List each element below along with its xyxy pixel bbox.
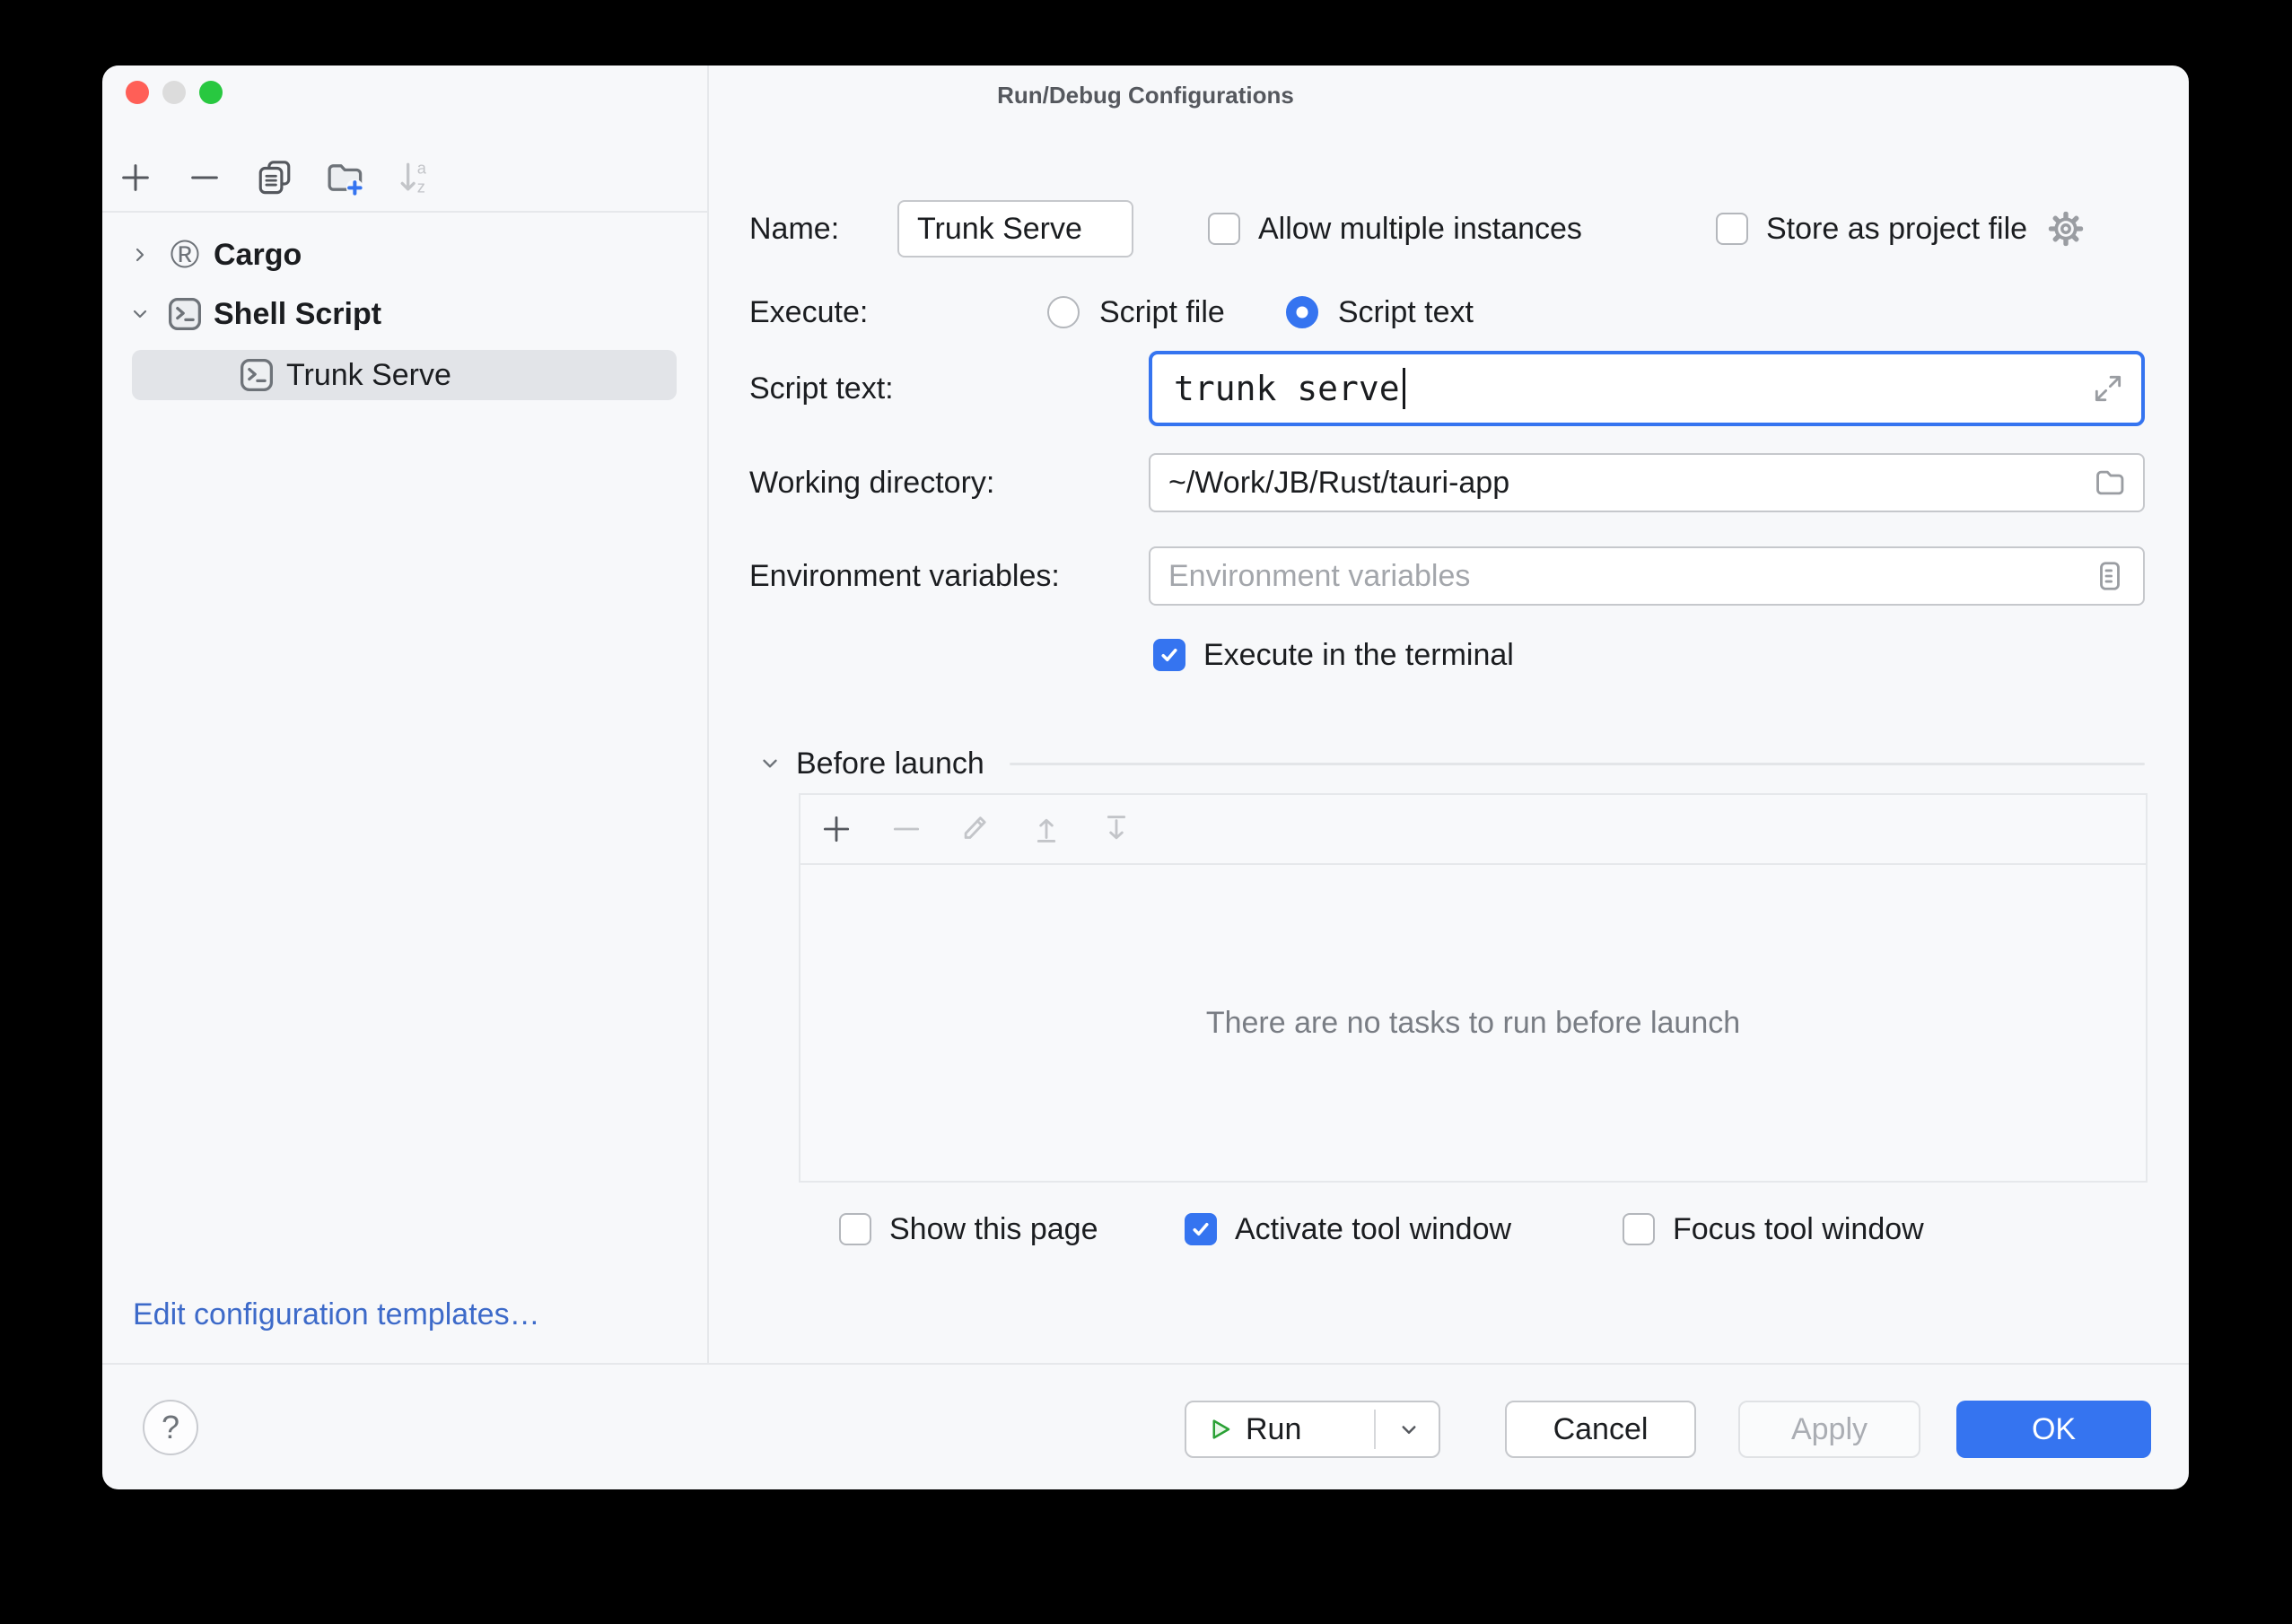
- text-cursor: [1403, 368, 1405, 409]
- svg-text:z: z: [417, 178, 425, 196]
- add-configuration-icon[interactable]: [115, 157, 156, 198]
- help-button[interactable]: ?: [143, 1400, 198, 1455]
- dialog-footer: ? Run Cancel Apply OK: [102, 1363, 2189, 1489]
- run-play-icon: [1206, 1416, 1233, 1443]
- expand-field-icon[interactable]: [2091, 371, 2125, 406]
- browse-folder-icon[interactable]: [2093, 466, 2127, 500]
- section-rule: [1010, 763, 2145, 765]
- shell-script-icon: [239, 357, 275, 393]
- execute-label: Execute:: [749, 284, 868, 341]
- remove-configuration-icon[interactable]: [184, 157, 225, 198]
- dialog-body: a z ® Cargo: [102, 65, 2189, 1363]
- activate-tool-window-label: Activate tool window: [1235, 1212, 1511, 1247]
- run-button-divider: [1374, 1410, 1376, 1449]
- show-this-page-option[interactable]: Show this page: [839, 1201, 1098, 1258]
- edit-task-icon: [957, 809, 996, 849]
- execute-in-terminal-checkbox[interactable]: [1153, 639, 1185, 671]
- show-this-page-checkbox[interactable]: [839, 1213, 871, 1245]
- configuration-form: Name: Trunk Serve Allow multiple instanc…: [709, 65, 2189, 1363]
- environment-variables-placeholder: Environment variables: [1168, 559, 1470, 594]
- show-this-page-label: Show this page: [889, 1212, 1098, 1247]
- name-label: Name:: [749, 200, 839, 258]
- allow-multiple-instances-option[interactable]: Allow multiple instances: [1208, 200, 1582, 258]
- focus-tool-window-checkbox[interactable]: [1623, 1213, 1655, 1245]
- focus-tool-window-label: Focus tool window: [1673, 1212, 1924, 1247]
- script-text-value: trunk serve: [1174, 369, 1400, 408]
- tree-item-label: Trunk Serve: [286, 358, 451, 393]
- script-text-label: Script text:: [749, 360, 894, 417]
- run-debug-configurations-dialog: Run/Debug Configurations: [102, 65, 2189, 1489]
- execute-in-terminal-option[interactable]: Execute in the terminal: [1153, 626, 1514, 684]
- environment-variables-label: Environment variables:: [749, 546, 1060, 606]
- store-as-project-file-checkbox[interactable]: [1716, 213, 1748, 245]
- name-input[interactable]: Trunk Serve: [897, 200, 1133, 258]
- environment-variables-input[interactable]: Environment variables: [1149, 546, 2145, 606]
- apply-button: Apply: [1738, 1401, 1920, 1458]
- ok-button[interactable]: OK: [1956, 1401, 2151, 1458]
- cancel-button-label: Cancel: [1553, 1412, 1649, 1447]
- store-as-project-file-label: Store as project file: [1766, 212, 2027, 247]
- svg-text:a: a: [417, 158, 427, 177]
- gear-icon[interactable]: [2045, 208, 2086, 249]
- before-launch-toolbar: [800, 795, 2146, 865]
- run-button-label: Run: [1246, 1412, 1301, 1447]
- edit-configuration-templates-link[interactable]: Edit configuration templates…: [133, 1286, 540, 1343]
- script-text-input[interactable]: trunk serve: [1149, 351, 2145, 426]
- script-text-radio-label[interactable]: Script text: [1338, 295, 1474, 330]
- run-options-chevron-icon[interactable]: [1395, 1416, 1422, 1443]
- before-launch-section-header[interactable]: Before launch: [758, 735, 2145, 792]
- store-as-project-file-option[interactable]: Store as project file: [1716, 200, 2086, 258]
- allow-multiple-instances-checkbox[interactable]: [1208, 213, 1240, 245]
- tree-item-shell-script[interactable]: Shell Script: [102, 286, 707, 342]
- chevron-right-icon[interactable]: [128, 243, 152, 266]
- execute-mode-radio-group: Script file Script text: [1047, 284, 1474, 341]
- help-glyph: ?: [162, 1409, 179, 1446]
- shell-script-icon: [165, 294, 205, 334]
- script-file-radio[interactable]: [1047, 296, 1080, 328]
- remove-task-icon: [887, 809, 926, 849]
- before-launch-tasks-panel: There are no tasks to run before launch: [799, 793, 2148, 1183]
- configurations-sidebar: a z ® Cargo: [102, 65, 709, 1363]
- before-launch-empty-message: There are no tasks to run before launch: [800, 865, 2146, 1181]
- sidebar-toolbar: a z: [102, 65, 707, 213]
- sort-configurations-icon: a z: [394, 157, 435, 198]
- tree-item-trunk-serve-selected[interactable]: Trunk Serve: [132, 350, 677, 400]
- new-folder-icon[interactable]: [324, 157, 365, 198]
- tree-item-label: Cargo: [214, 238, 302, 273]
- tree-item-label: Shell Script: [214, 297, 381, 332]
- working-directory-label: Working directory:: [749, 453, 994, 512]
- script-text-radio[interactable]: [1286, 296, 1318, 328]
- chevron-down-icon[interactable]: [128, 302, 152, 326]
- tree-item-cargo[interactable]: ® Cargo: [102, 227, 707, 283]
- run-button[interactable]: Run: [1185, 1401, 1440, 1458]
- working-directory-input[interactable]: ~/Work/JB/Rust/tauri-app: [1149, 453, 2145, 512]
- focus-tool-window-option[interactable]: Focus tool window: [1623, 1201, 1924, 1258]
- copy-configuration-icon[interactable]: [254, 157, 295, 198]
- activate-tool-window-checkbox[interactable]: [1185, 1213, 1217, 1245]
- move-task-down-icon: [1097, 809, 1136, 849]
- cargo-icon: ®: [165, 235, 205, 275]
- allow-multiple-instances-label: Allow multiple instances: [1258, 212, 1582, 247]
- name-value: Trunk Serve: [917, 212, 1082, 247]
- activate-tool-window-option[interactable]: Activate tool window: [1185, 1201, 1511, 1258]
- ok-button-label: OK: [2032, 1412, 2076, 1447]
- cancel-button[interactable]: Cancel: [1505, 1401, 1696, 1458]
- edit-variables-icon[interactable]: [2093, 559, 2127, 593]
- apply-button-label: Apply: [1791, 1412, 1868, 1447]
- working-directory-value: ~/Work/JB/Rust/tauri-app: [1168, 466, 1509, 501]
- before-launch-title: Before launch: [796, 747, 984, 781]
- script-file-radio-label[interactable]: Script file: [1099, 295, 1225, 330]
- chevron-down-icon[interactable]: [758, 752, 782, 775]
- move-task-up-icon: [1027, 809, 1066, 849]
- add-task-icon[interactable]: [817, 809, 856, 849]
- execute-in-terminal-label: Execute in the terminal: [1203, 638, 1514, 673]
